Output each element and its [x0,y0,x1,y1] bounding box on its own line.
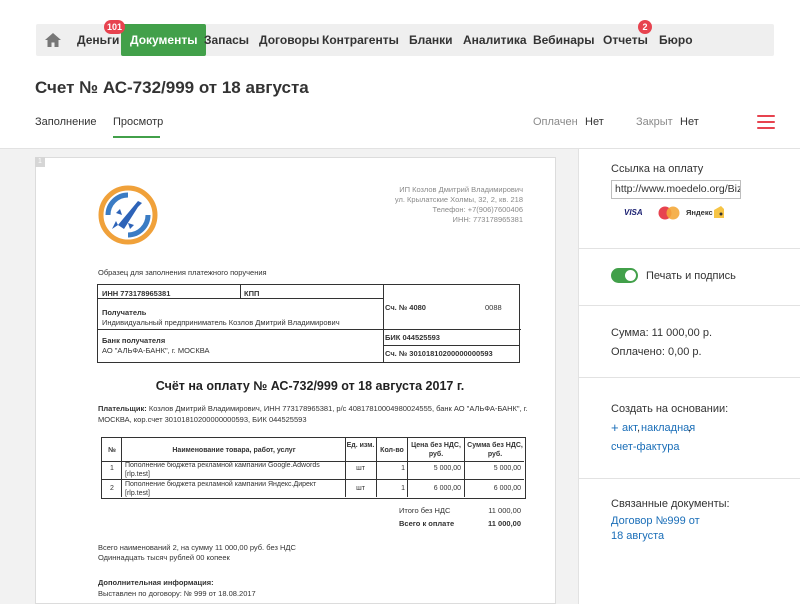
nav-item-stock[interactable]: Запасы [204,24,249,56]
nav-item-forms[interactable]: Бланки [409,24,453,56]
payer-label: Плательщик: [98,404,147,413]
recipient-account-tail: 0088 [485,303,502,312]
payer-details: Козлов Дмитрий Владимирович, ИНН 7731789… [98,404,528,424]
related-contract-link-date[interactable]: 18 августа [611,530,664,542]
payment-link-input[interactable]: http://www.moedelo.org/Biz [611,180,741,199]
recipient-name: Индивидуальный предприниматель Козлов Дм… [102,318,340,327]
page-number: 1 [35,157,45,167]
invoice-paid: Оплачено: 0,00 р. [611,346,702,358]
nav-item-documents[interactable]: Документы [121,24,207,56]
nav-item-webinars[interactable]: Вебинары [533,24,594,56]
col-unit: Ед. изм. [346,442,375,449]
payer-info: Плательщик: Козлов Дмитрий Владимирович,… [98,403,528,425]
rocket-logo-icon [98,185,158,245]
company-phone: Телефон: +7(906)7600406 [432,205,523,214]
recipient-account: Сч. № 4080 [385,303,426,312]
recipient-inn: ИНН 773178965381 [102,289,171,298]
net-total-value: 11 000,00 [488,506,521,515]
paid-status-value[interactable]: Нет [585,116,604,128]
grand-total-label: Всего к оплате [399,519,455,528]
bank-name: АО "АЛЬФА-БАНК", г. МОСКВА [102,346,210,355]
create-act-link[interactable]: акт [622,422,638,434]
col-price: Цена без НДС, руб. [411,442,461,458]
col-name: Наименование товара, работ, услуг [172,447,296,454]
home-icon[interactable] [44,31,62,49]
recipient-kpp: КПП [244,289,260,298]
recipient-label: Получатель [102,308,147,317]
invoice-sum: Сумма: 11 000,00 р. [611,327,713,339]
invoice-title: Счёт на оплату № АС-732/999 от 18 август… [155,379,465,393]
reports-badge: 2 [638,20,652,34]
closed-status-label: Закрыт [636,116,673,128]
nav-item-contracts[interactable]: Договоры [259,24,319,56]
payment-link-label: Ссылка на оплату [611,163,704,175]
nav-item-analytics[interactable]: Аналитика [463,24,527,56]
print-sign-toggle[interactable] [611,268,638,283]
col-sum: Сумма без НДС, руб. [467,442,523,458]
related-contract-link[interactable]: Договор №999 от [611,515,700,527]
company-name: ИП Козлов Дмитрий Владимирович [399,185,523,194]
company-inn: ИНН: 773178965381 [452,215,523,224]
company-address: ул. Крылатские Холмы, 32, 2, кв. 218 [394,195,523,204]
paid-status-label: Оплачен [533,116,578,128]
page-title: Счет № АС-732/999 от 18 августа [35,78,309,97]
extra-info-title: Дополнительная информация: [98,578,214,587]
col-qty: Кол-во [380,447,404,454]
col-num: № [108,447,116,454]
active-tab-indicator [113,136,160,138]
yandex-money-icon: Яндекс [686,208,713,217]
tab-preview[interactable]: Просмотр [113,116,163,128]
yandex-wallet-icon [714,206,724,218]
mastercard-icon [658,206,680,220]
bank-bik: БИК 044525593 [385,333,440,342]
tab-fill[interactable]: Заполнение [35,116,97,128]
hamburger-menu-icon[interactable] [757,115,775,129]
nav-item-bureau[interactable]: Бюро [659,24,693,56]
closed-status-value[interactable]: Нет [680,116,699,128]
corr-account: Сч. № 30101810200000000593 [385,349,493,358]
net-total-label: Итого без НДС [399,506,451,515]
add-icon[interactable]: + [611,420,619,435]
sample-label: Образец для заполнения платежного поруче… [98,268,267,277]
company-info: ИП Козлов Дмитрий Владимирович ул. Крыла… [330,185,523,225]
bank-label: Банк получателя [102,336,166,345]
nav-item-counterparties[interactable]: Контрагенты [322,24,399,56]
extra-info-text: Выставлен по договору: № 999 от 18.08.20… [98,589,256,598]
main-nav: Деньги Документы Запасы Договоры Контраг… [36,24,774,56]
related-docs-label: Связанные документы: [611,498,730,510]
invoice-summary: Всего наименований 2, на сумму 11 000,00… [98,543,296,562]
print-sign-label: Печать и подпись [646,270,736,282]
create-invoice-link[interactable]: счет-фактура [611,441,679,453]
money-badge: 101 [104,20,126,34]
grand-total-value: 11 000,00 [488,519,521,528]
visa-icon: VISA [624,208,643,217]
create-based-label: Создать на основании: [611,403,729,415]
